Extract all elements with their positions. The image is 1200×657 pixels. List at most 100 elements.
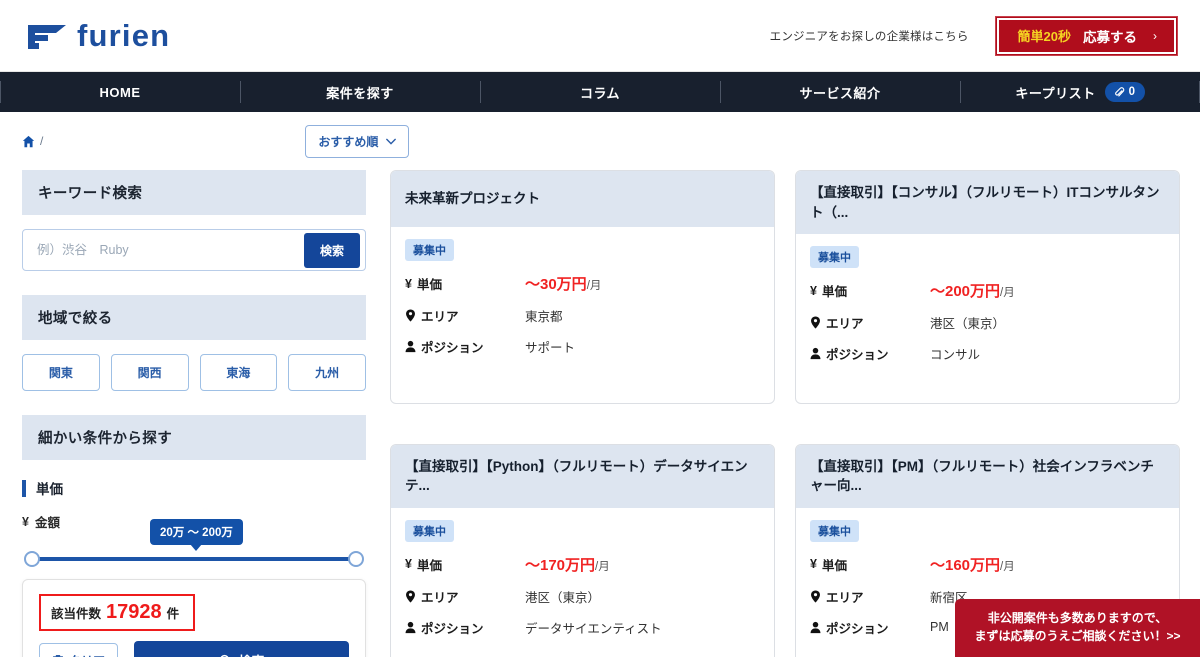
home-icon	[22, 135, 35, 147]
slider-track[interactable]	[32, 557, 356, 561]
slider-handle-min[interactable]	[24, 551, 40, 567]
result-summary-panel: 該当件数 17928 件 クリア 検索	[22, 579, 366, 657]
job-card-body: 募集中 ¥ 単価 〜200万円/月 エリア 港区（東京） ポジション コンサル	[796, 234, 1179, 373]
unit-price-group-label: 単価	[22, 478, 366, 498]
price-range-tooltip: 20万 〜 200万	[150, 519, 243, 551]
job-card-body: 募集中 ¥ 単価 〜170万円/月 エリア 港区（東京） ポジション データサイ…	[391, 508, 774, 647]
job-position-label-text: ポジション	[826, 621, 889, 636]
paperclip-icon	[1114, 86, 1124, 97]
nav-item-service[interactable]: サービス紹介	[720, 72, 960, 112]
yen-icon: ¥	[810, 283, 817, 298]
job-position-value: データサイエンティスト	[525, 621, 662, 636]
yen-icon: ¥	[22, 514, 29, 529]
result-count-label: 該当件数	[51, 607, 102, 621]
nav-label: HOME	[99, 84, 141, 100]
job-price-unit: /月	[1000, 560, 1015, 573]
company-inquiry-note[interactable]: エンジニアをお探しの企業様はこちら	[770, 28, 969, 44]
slider-handle-max[interactable]	[348, 551, 364, 567]
header-right-group: エンジニアをお探しの企業様はこちら 簡単20秒 応募する ›	[770, 15, 1178, 56]
apply-search-button[interactable]: 検索	[134, 641, 349, 657]
job-card-title: 【直接取引】【PM】（フルリモート）社会インフラベンチャー向...	[796, 444, 1179, 508]
promo-banner-line2: まずは応募のうえご相談ください！>>	[974, 629, 1181, 643]
job-price-value: 〜160万円/月	[930, 554, 1015, 575]
job-position-row: ポジション コンサル	[810, 344, 1165, 363]
cta-label: 応募する	[1083, 29, 1137, 45]
unit-price-label-text: 単価	[36, 482, 63, 497]
keep-list-count: 0	[1128, 86, 1136, 98]
job-price-label: ¥ 単価	[405, 274, 525, 293]
person-icon	[405, 621, 416, 633]
person-icon	[405, 340, 416, 353]
clear-filters-button[interactable]: クリア	[39, 643, 119, 657]
price-range-slider[interactable]: 20万 〜 200万	[22, 519, 366, 573]
promo-banner-line1: 非公開案件も多数ありますので、	[987, 611, 1168, 625]
job-card-title: 【直接取引】【コンサル】（フルリモート）ITコンサルタント（...	[796, 171, 1179, 235]
map-pin-icon	[406, 590, 415, 603]
sort-selected-label: おすすめ順	[318, 134, 379, 149]
region-button-kyushu[interactable]: 九州	[288, 354, 366, 391]
job-area-label: エリア	[405, 306, 525, 325]
person-icon	[810, 348, 821, 360]
job-card-title: 【直接取引】【Python】（フルリモート）データサイエンテ...	[391, 444, 774, 508]
nav-item-search-jobs[interactable]: 案件を探す	[240, 72, 480, 112]
filter-sidebar: キーワード検索 検索 地域で絞る 関東 関西 東海 九州 細かい条件から探す 単…	[22, 170, 366, 657]
job-price-label-text: 単価	[416, 558, 442, 573]
job-area-label: エリア	[810, 313, 930, 332]
region-button-kansai[interactable]: 関西	[110, 354, 189, 391]
furien-f-mark-icon	[28, 24, 66, 49]
chevron-right-icon: ›	[1153, 28, 1157, 43]
map-pin-icon	[811, 590, 820, 603]
hidden-jobs-promo-banner[interactable]: 非公開案件も多数ありますので、 まずは応募のうえご相談ください！>>	[955, 599, 1200, 657]
job-price-value: 〜170万円/月	[525, 554, 610, 575]
breadcrumb-separator: /	[40, 134, 44, 148]
job-card[interactable]: 【直接取引】【コンサル】（フルリモート）ITコンサルタント（... 募集中 ¥ …	[795, 170, 1180, 404]
job-price-unit: /月	[586, 280, 602, 292]
job-price-value: 〜200万円/月	[930, 280, 1015, 301]
sort-order-select[interactable]: おすすめ順	[305, 124, 410, 158]
job-area-label-text: エリア	[421, 310, 459, 324]
nav-item-column[interactable]: コラム	[480, 72, 720, 112]
site-logo[interactable]: furien	[26, 20, 170, 51]
keyword-search-button[interactable]: 検索	[303, 232, 360, 268]
job-price-amount: 〜160万円	[930, 556, 1001, 574]
job-price-row: ¥ 単価 〜160万円/月	[810, 554, 1165, 575]
site-header: furien エンジニアをお探しの企業様はこちら 簡単20秒 応募する ›	[0, 0, 1200, 72]
job-card[interactable]: 未来革新プロジェクト 募集中 ¥ 単価 〜30万円/月 エリア 東京都 ポジショ…	[390, 170, 775, 404]
job-position-label-text: ポジション	[421, 621, 484, 636]
clear-filters-label: クリア	[69, 652, 105, 657]
nav-item-keep-list[interactable]: キープリスト 0	[960, 72, 1200, 112]
filter-action-row: クリア 検索	[39, 641, 349, 657]
main-navigation: HOME 案件を探す コラム サービス紹介 キープリスト 0	[0, 72, 1200, 112]
result-count-box: 該当件数 17928 件	[39, 594, 196, 631]
nav-item-home[interactable]: HOME	[0, 72, 240, 112]
job-price-label: ¥ 単価	[810, 281, 930, 300]
job-price-row: ¥ 単価 〜170万円/月	[405, 554, 760, 575]
accent-bar	[22, 479, 26, 497]
map-pin-icon	[406, 309, 415, 322]
person-icon	[810, 621, 821, 633]
job-price-label-text: 単価	[821, 558, 847, 573]
job-price-label-text: 単価	[416, 278, 442, 292]
yen-icon: ¥	[405, 276, 412, 291]
region-button-tokai[interactable]: 東海	[199, 354, 278, 391]
keyword-search-input[interactable]	[37, 243, 304, 257]
job-price-amount: 〜200万円	[930, 283, 1001, 301]
job-position-label-text: ポジション	[421, 341, 484, 355]
logo-text: furien	[77, 18, 171, 53]
job-area-label-text: エリア	[826, 317, 864, 332]
job-area-row: エリア 港区（東京）	[405, 587, 760, 606]
keyword-section-title: キーワード検索	[22, 170, 366, 215]
job-price-unit: /月	[595, 560, 610, 573]
region-button-kanto[interactable]: 関東	[22, 354, 100, 391]
job-price-amount: 〜30万円	[525, 276, 587, 293]
job-card[interactable]: 【直接取引】【Python】（フルリモート）データサイエンテ... 募集中 ¥ …	[390, 443, 775, 657]
job-area-value: 東京都	[525, 310, 563, 324]
yen-icon: ¥	[405, 557, 412, 572]
nav-label: サービス紹介	[799, 85, 881, 101]
job-price-label-text: 単価	[821, 285, 847, 300]
breadcrumb[interactable]: /	[22, 134, 43, 148]
apply-cta-button[interactable]: 簡単20秒 応募する ›	[994, 15, 1178, 56]
status-badge: 募集中	[405, 519, 454, 542]
